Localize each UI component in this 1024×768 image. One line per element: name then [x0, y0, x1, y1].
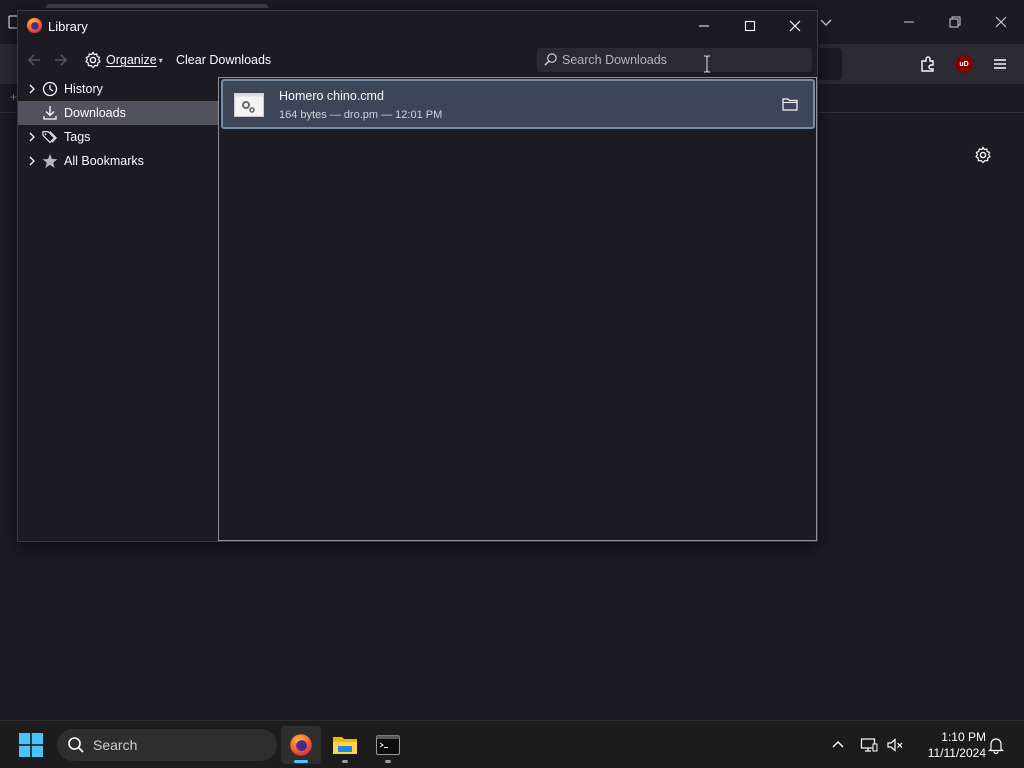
arrow-left-icon [27, 54, 40, 66]
taskbar-terminal-button[interactable] [368, 726, 408, 764]
downloads-list: Homero chino.cmd 164 bytes — dro.pm — 12… [218, 77, 817, 541]
taskbar: Search 1:10 PM 11/11/2024 [0, 720, 1024, 768]
puzzle-icon [921, 56, 934, 72]
volume-muted-icon[interactable] [886, 736, 904, 754]
search-icon [544, 53, 557, 66]
minimize-icon [904, 21, 914, 23]
download-status: 164 bytes — dro.pm — 12:01 PM [279, 109, 443, 121]
taskbar-search-label: Search [93, 737, 138, 753]
show-in-folder-button[interactable] [781, 95, 799, 113]
arrow-right-icon [55, 54, 68, 66]
notification-bell-icon[interactable] [987, 736, 1005, 754]
sidebar-item-downloads[interactable]: Downloads [18, 101, 218, 125]
active-app-indicator [294, 760, 308, 763]
organize-menu-button[interactable]: Organize ▾ [84, 50, 163, 70]
terminal-icon [376, 735, 400, 755]
clear-downloads-button[interactable]: Clear Downloads [176, 53, 271, 67]
extensions-button[interactable] [918, 54, 938, 74]
running-app-indicator [342, 760, 348, 763]
sidebar-item-label: History [64, 82, 103, 96]
chevron-up-icon[interactable] [830, 736, 846, 752]
browser-close-button[interactable] [978, 0, 1024, 44]
close-icon [789, 20, 801, 32]
system-clock[interactable]: 1:10 PM 11/11/2024 [912, 729, 986, 761]
network-icon[interactable] [860, 736, 878, 754]
settings-file-icon [234, 93, 264, 117]
search-box[interactable] [537, 48, 812, 72]
file-explorer-icon [333, 737, 357, 754]
dropdown-caret-icon: ▾ [158, 55, 163, 65]
tags-icon [42, 129, 58, 145]
close-icon [995, 16, 1007, 28]
plus-icon: + [10, 90, 18, 104]
clock-time: 1:10 PM [941, 730, 986, 744]
minimize-icon [699, 25, 709, 27]
clock-date: 11/11/2024 [927, 746, 986, 760]
browser-restore-button[interactable] [932, 0, 978, 44]
gear-icon [85, 51, 101, 69]
sidebar-item-label: Tags [64, 130, 91, 144]
close-button[interactable] [772, 11, 818, 41]
page-settings-button[interactable] [972, 144, 994, 166]
expand-arrow-icon[interactable] [26, 83, 38, 95]
library-sidebar: History Downloads Tags All Bookmarks [18, 77, 219, 541]
maximize-icon [744, 20, 756, 32]
firefox-logo-icon [26, 17, 43, 34]
library-window: Library Organize ▾ Clear Downloads Searc… [17, 10, 818, 542]
forward-button[interactable] [52, 51, 70, 69]
folder-icon [782, 98, 798, 111]
expand-arrow-icon[interactable] [26, 155, 38, 167]
sidebar-item-all-bookmarks[interactable]: All Bookmarks [18, 149, 218, 173]
app-menu-button[interactable] [990, 54, 1010, 74]
chevron-down-icon[interactable] [818, 14, 834, 30]
expand-arrow-icon[interactable] [26, 131, 38, 143]
download-item[interactable]: Homero chino.cmd 164 bytes — dro.pm — 12… [221, 79, 815, 129]
clock-icon [42, 81, 58, 97]
ublock-extension-icon[interactable]: uD [955, 55, 973, 73]
sidebar-item-history[interactable]: History [18, 77, 218, 101]
firefox-icon [290, 734, 312, 756]
browser-tab[interactable] [46, 4, 268, 8]
back-button[interactable] [25, 51, 43, 69]
organize-label: Organize [106, 53, 157, 67]
maximize-button[interactable] [727, 11, 773, 41]
download-file-name: Homero chino.cmd [279, 89, 384, 103]
hamburger-icon [994, 59, 1006, 69]
text-cursor-icon [704, 55, 710, 73]
search-icon [68, 737, 84, 753]
taskbar-search-box[interactable]: Search [57, 729, 277, 761]
browser-minimize-button[interactable] [886, 0, 932, 44]
sidebar-item-label: Downloads [64, 106, 126, 120]
running-app-indicator [385, 760, 391, 763]
gear-icon [975, 146, 991, 164]
taskbar-firefox-button[interactable] [281, 726, 321, 764]
sidebar-item-label: All Bookmarks [64, 154, 144, 168]
search-input[interactable] [562, 51, 792, 69]
windows-start-icon[interactable] [19, 733, 43, 757]
taskbar-file-explorer-button[interactable] [325, 726, 365, 764]
library-toolbar: Organize ▾ Clear Downloads [18, 43, 817, 77]
restore-icon [949, 16, 961, 28]
minimize-button[interactable] [681, 11, 727, 41]
library-titlebar[interactable]: Library [18, 11, 817, 43]
star-icon [42, 153, 58, 169]
url-bar[interactable] [816, 48, 842, 80]
window-title: Library [48, 19, 88, 34]
download-icon [42, 105, 58, 121]
sidebar-item-tags[interactable]: Tags [18, 125, 218, 149]
